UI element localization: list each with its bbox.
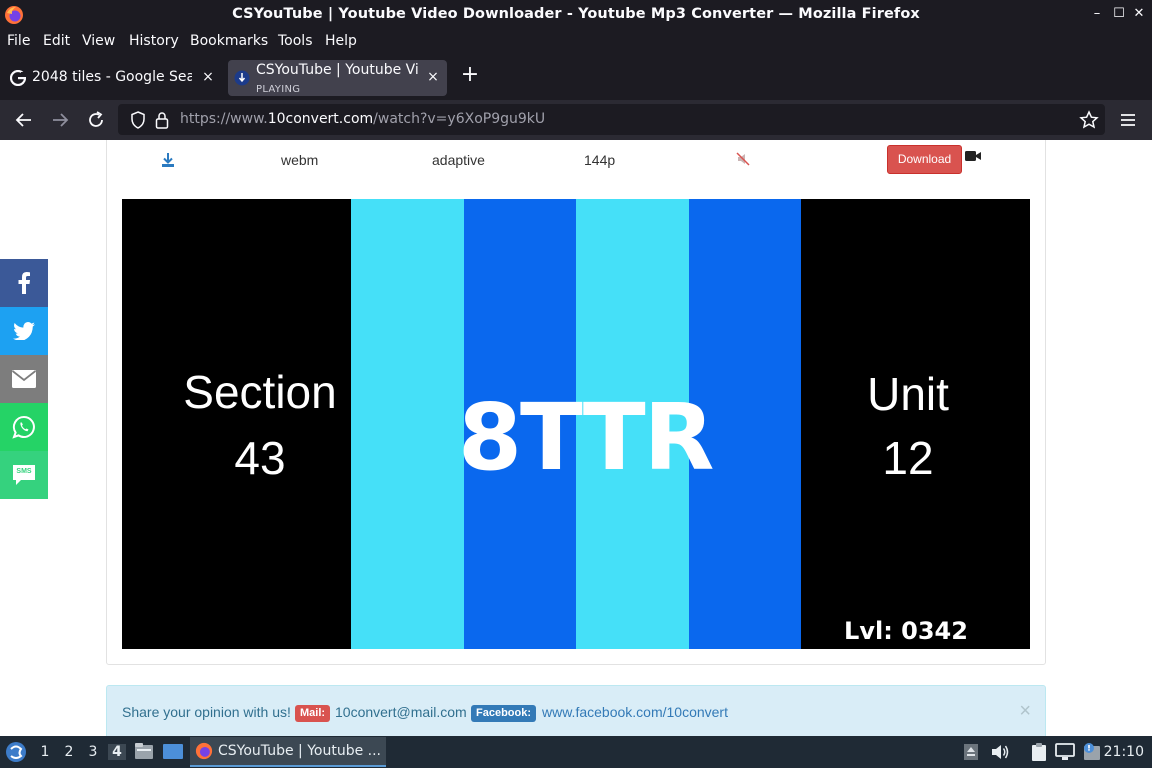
- menu-file[interactable]: File: [7, 33, 30, 49]
- facebook-icon: [18, 272, 30, 294]
- tab-strip: 2048 tiles - Google Searc × CSYouTube | …: [0, 54, 1152, 100]
- bookmark-star-icon[interactable]: [1079, 110, 1099, 130]
- hamburger-menu-icon[interactable]: [1116, 108, 1140, 132]
- share-sms-button[interactable]: SMS: [0, 451, 48, 499]
- desktop-icon[interactable]: [162, 743, 184, 760]
- video-section-label: Section: [183, 366, 337, 418]
- minimize-button[interactable]: –: [1088, 5, 1106, 23]
- close-icon: ✕: [1133, 6, 1145, 21]
- workspace-2[interactable]: 2: [62, 744, 76, 760]
- sms-label: SMS: [16, 468, 32, 475]
- menu-bookmarks[interactable]: Bookmarks: [190, 33, 268, 49]
- video-center-title: 8TTR: [458, 384, 714, 491]
- facebook-label-badge: Facebook:: [471, 705, 537, 722]
- menu-history[interactable]: History: [129, 33, 179, 49]
- navigation-bar: https://www.10convert.com/watch?v=y6XoP9…: [0, 100, 1152, 140]
- workspace-4[interactable]: 4: [108, 744, 126, 760]
- minimize-icon: –: [1093, 6, 1101, 21]
- video-stripe: [351, 199, 464, 649]
- system-taskbar: 1 2 3 4 CSYouTube | Youtube ... 21:10: [0, 736, 1152, 768]
- tab-close-icon[interactable]: ×: [425, 69, 441, 85]
- alert-text: Share your opinion with us!: [122, 704, 291, 720]
- video-section-number: 43: [234, 432, 286, 484]
- csyoutube-favicon-icon: [234, 70, 250, 86]
- page-content: webm adaptive 144p Download Section 43 8…: [0, 140, 1152, 736]
- lock-icon[interactable]: [155, 111, 169, 129]
- reload-icon[interactable]: [84, 108, 108, 132]
- notification-icon[interactable]: [1082, 742, 1102, 762]
- close-window-button[interactable]: ✕: [1130, 5, 1148, 23]
- menu-tools[interactable]: Tools: [278, 33, 313, 49]
- shield-icon[interactable]: [130, 111, 146, 129]
- video-unit-label: Unit: [867, 368, 949, 420]
- start-menu-icon[interactable]: [5, 741, 27, 763]
- quality-cell: 144p: [584, 152, 616, 168]
- workspace-1[interactable]: 1: [38, 744, 52, 760]
- window-title: CSYouTube | Youtube Video Downloader - Y…: [232, 6, 920, 22]
- download-button[interactable]: Download: [887, 145, 962, 174]
- alert-close-button[interactable]: ×: [1019, 700, 1031, 723]
- menu-view[interactable]: View: [82, 33, 115, 49]
- whatsapp-icon: [12, 415, 35, 439]
- type-cell: adaptive: [432, 152, 485, 168]
- muted-audio-icon: [736, 152, 750, 166]
- tab-google-search[interactable]: 2048 tiles - Google Searc ×: [2, 60, 222, 96]
- video-player[interactable]: Section 43 8TTR Unit 12 Lvl: 0342: [122, 199, 1030, 649]
- mail-address: 10convert@mail.com: [335, 704, 467, 720]
- facebook-link[interactable]: www.facebook.com/10convert: [542, 704, 728, 720]
- menu-bar: File Edit View History Bookmarks Tools H…: [0, 30, 1152, 54]
- share-email-button[interactable]: [0, 355, 48, 403]
- share-facebook-button[interactable]: [0, 259, 48, 307]
- firefox-logo-icon: [195, 742, 213, 760]
- maximize-icon: ☐: [1113, 6, 1125, 21]
- tab-label: 2048 tiles - Google Searc: [32, 69, 192, 85]
- url-bar[interactable]: https://www.10convert.com/watch?v=y6XoP9…: [118, 104, 1105, 135]
- tab-csyoutube[interactable]: CSYouTube | Youtube Vid PLAYING ×: [228, 60, 447, 96]
- google-favicon-icon: [10, 70, 26, 86]
- window-titlebar: CSYouTube | Youtube Video Downloader - Y…: [0, 0, 1152, 30]
- clipboard-icon[interactable]: [1030, 742, 1048, 762]
- tab-close-icon[interactable]: ×: [200, 69, 216, 85]
- menu-edit[interactable]: Edit: [43, 33, 70, 49]
- mail-label-badge: Mail:: [295, 705, 331, 722]
- twitter-bird-icon: [13, 322, 35, 340]
- share-whatsapp-button[interactable]: [0, 403, 48, 451]
- back-arrow-icon[interactable]: [12, 108, 36, 132]
- workspace-3[interactable]: 3: [86, 744, 100, 760]
- video-level-label: Lvl: 0342: [844, 617, 968, 645]
- maximize-button[interactable]: ☐: [1110, 5, 1128, 23]
- taskbar-firefox-window[interactable]: CSYouTube | Youtube ...: [190, 737, 386, 767]
- url-text: https://www.10convert.com/watch?v=y6XoP9…: [180, 111, 546, 127]
- file-manager-icon[interactable]: [134, 742, 154, 760]
- video-camera-icon: [965, 151, 981, 161]
- volume-icon[interactable]: [990, 743, 1010, 761]
- envelope-icon: [12, 370, 36, 388]
- share-twitter-button[interactable]: [0, 307, 48, 355]
- taskbar-window-title: CSYouTube | Youtube ...: [218, 743, 382, 759]
- new-tab-button[interactable]: +: [458, 64, 482, 88]
- eject-icon[interactable]: [963, 743, 979, 761]
- clock: 21:10: [1103, 744, 1144, 760]
- format-cell: webm: [281, 152, 319, 168]
- forward-arrow-icon[interactable]: [48, 108, 72, 132]
- download-icon[interactable]: [161, 152, 175, 168]
- video-unit-number: 12: [882, 432, 934, 484]
- tab-playing-indicator: PLAYING: [256, 84, 301, 95]
- menu-help[interactable]: Help: [325, 33, 357, 49]
- network-icon[interactable]: [1055, 743, 1075, 761]
- tab-label: CSYouTube | Youtube Vid: [256, 62, 418, 78]
- feedback-alert: Share your opinion with us! Mail: 10conv…: [106, 685, 1046, 736]
